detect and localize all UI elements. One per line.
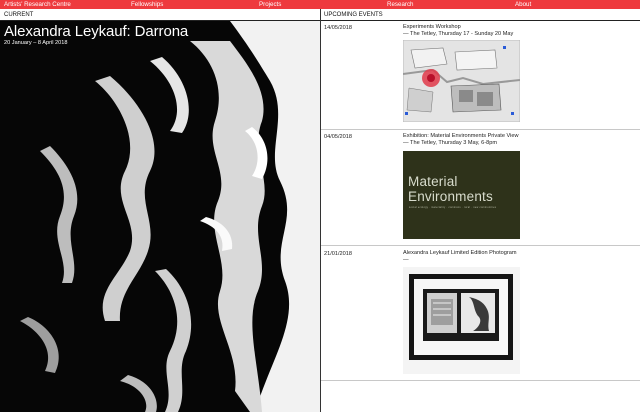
nav-link-research[interactable]: Research (387, 0, 413, 9)
event-title[interactable]: Alexandra Leykauf Limited Edition Photog… (403, 250, 517, 258)
event-separator (321, 380, 640, 381)
event-subtitle: — The Tetley, Thursday 3 May, 6-8pm (403, 140, 497, 146)
framed-photogram-image (403, 267, 520, 374)
poster-title: Material Environments (408, 174, 493, 204)
event-separator (321, 245, 640, 246)
event-date: 04/05/2018 (324, 134, 352, 140)
map-plan-image (403, 40, 520, 122)
top-navigation-bar: Artists' Research Centre Fellowships Pro… (0, 0, 640, 9)
upcoming-section-heading: UPCOMING EVENTS (324, 12, 383, 18)
hero-exhibition-title[interactable]: Alexandra Leykauf: Darrona (4, 23, 188, 40)
hero-artwork-image (0, 21, 320, 412)
nav-link-fellowships[interactable]: Fellowships (131, 0, 163, 9)
nav-link-projects[interactable]: Projects (259, 0, 281, 9)
poster-subtitle: social ecology · materiality · commons ·… (409, 206, 497, 209)
hero-exhibition-dates: 20 January – 8 April 2018 (4, 40, 68, 46)
event-date: 21/01/2018 (324, 251, 352, 257)
nav-link-about[interactable]: About (515, 0, 531, 9)
event-separator (321, 129, 640, 130)
current-section-heading: CURRENT (4, 12, 34, 18)
event-date: 14/05/2018 (324, 25, 352, 31)
event-subtitle: — (403, 257, 409, 263)
current-exhibition-feature[interactable]: Alexandra Leykauf: Darrona 20 January – … (0, 21, 320, 412)
event-image-map[interactable] (403, 40, 520, 122)
column-divider (320, 9, 321, 412)
nav-link-home[interactable]: Artists' Research Centre (4, 0, 71, 9)
event-image-photogram[interactable] (403, 267, 520, 374)
event-image-material-environments[interactable]: Material Environments social ecology · m… (403, 151, 520, 239)
event-subtitle: — The Tetley, Thursday 17 - Sunday 20 Ma… (403, 31, 514, 37)
header-divider-right (321, 20, 640, 21)
